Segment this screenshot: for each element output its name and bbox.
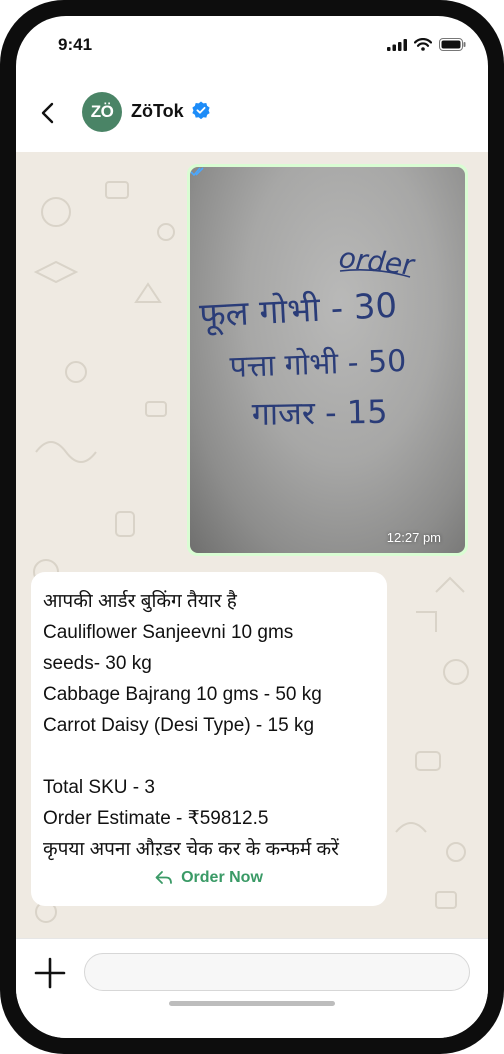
image-message-time: 12:27 pm [386,530,441,545]
status-time: 9:41 [58,35,93,54]
chat-header: ZÖ ZöTok [16,74,488,152]
handwritten-order-note: order फूल गोभी - 30 पत्ता गोभी - 50 गाजर… [198,241,417,433]
order-now-label: Order Now [181,869,263,886]
order-now-button[interactable]: Order Now [31,866,387,890]
message-line: Carrot Daisy (Desi Type) - 15 kg [43,715,315,736]
image-message[interactable]: order फूल गोभी - 30 पत्ता गोभी - 50 गाजर… [187,164,468,556]
avatar[interactable]: ZÖ [82,92,122,132]
chat-area[interactable]: order फूल गोभी - 30 पत्ता गोभी - 50 गाजर… [16,152,488,938]
message-line: कृपया अपना औऱडर चेक कर के कन्फर्म करें [43,839,339,860]
message-line: Total SKU - 3 [43,777,155,798]
battery-icon [439,38,466,51]
back-icon[interactable] [34,96,62,130]
svg-text:गाजर - 15: गाजर - 15 [251,393,387,433]
message-line: आपकी आर्डर बुकिंग तैयार है [43,591,237,612]
signal-icon [387,38,407,51]
message-line: Cabbage Bajrang 10 gms - 50 kg [43,684,322,705]
order-photo[interactable]: order फूल गोभी - 30 पत्ता गोभी - 50 गाजर… [190,167,465,553]
text-message[interactable]: आपकी आर्डर बुकिंग तैयार है Cauliflower S… [31,572,387,906]
svg-text:पत्ता गोभी - 50: पत्ता गोभी - 50 [229,344,407,385]
message-line: seeds- 30 kg [43,653,152,674]
verified-badge-icon [192,101,210,119]
plus-icon[interactable] [32,955,68,991]
screen: 9:41 ZÖ ZöTok order फूल गोभी - 30 पत्ता … [16,16,488,1038]
status-icons [387,38,466,51]
message-input[interactable] [84,953,470,991]
status-bar: 9:41 [16,16,488,74]
message-line: Order Estimate - ₹59812.5 [43,808,269,829]
contact-name[interactable]: ZöTok [131,101,184,122]
reply-arrow-icon [155,871,172,884]
double-check-icon [190,167,204,177]
wifi-icon [414,38,432,51]
svg-text:फूल गोभी - 30: फूल गोभी - 30 [198,286,398,337]
input-bar [16,938,488,1038]
message-line: Cauliflower Sanjeevni 10 gms [43,622,294,643]
phone-frame: 9:41 ZÖ ZöTok order फूल गोभी - 30 पत्ता … [0,0,504,1054]
home-indicator [169,1001,335,1006]
